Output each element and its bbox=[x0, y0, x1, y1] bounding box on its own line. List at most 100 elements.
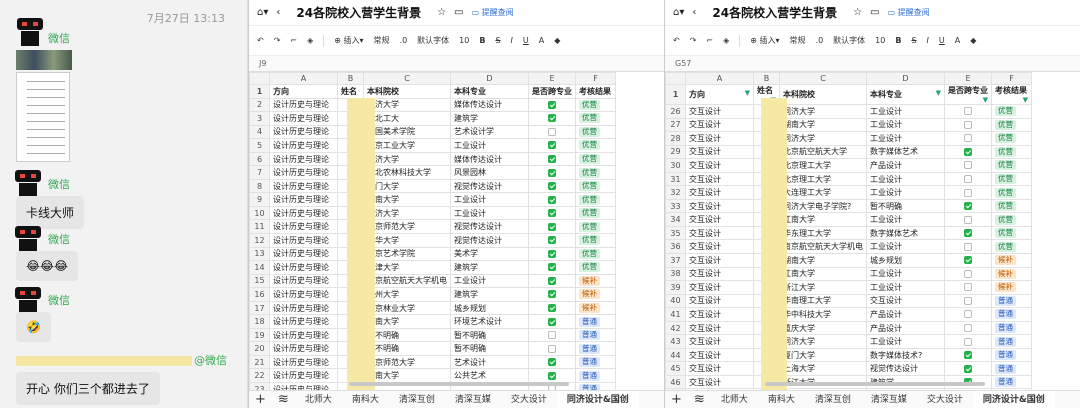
format-painter-icon[interactable]: ⌐ bbox=[706, 36, 713, 45]
cell-result[interactable]: 优营 bbox=[575, 151, 616, 167]
cell-major[interactable]: 工业设计 bbox=[450, 138, 529, 153]
cell-direction[interactable]: 设计历史与理论 bbox=[269, 273, 338, 289]
column-header[interactable]: E bbox=[944, 72, 992, 85]
cell-direction[interactable]: 设计历史与理论 bbox=[269, 287, 338, 302]
add-sheet-button[interactable]: + bbox=[665, 392, 688, 407]
folder-icon[interactable]: ▭ bbox=[870, 7, 879, 18]
sheet-tab[interactable]: 南科大 bbox=[342, 391, 389, 408]
cell-school[interactable]: 湖南大学 bbox=[363, 192, 451, 207]
cell-result[interactable]: 优营 bbox=[991, 117, 1032, 133]
cell-result[interactable]: 候补 bbox=[575, 300, 616, 316]
checkbox[interactable] bbox=[548, 304, 556, 313]
cell-cross-major[interactable] bbox=[944, 239, 992, 254]
cell-major[interactable]: 交互设计 bbox=[866, 293, 945, 309]
checkbox[interactable] bbox=[964, 256, 972, 265]
checkbox[interactable] bbox=[548, 249, 556, 258]
header-cell-result[interactable]: 考核结果 bbox=[575, 84, 616, 99]
cell-direction[interactable]: 交互设计 bbox=[685, 104, 754, 119]
cell-direction[interactable]: 设计历史与理论 bbox=[269, 205, 338, 221]
avatar[interactable] bbox=[16, 18, 44, 46]
cell-school[interactable]: 重庆大学 bbox=[779, 320, 867, 336]
cell-cross-major[interactable] bbox=[944, 253, 992, 268]
sheet-tab[interactable]: 交大设计 bbox=[501, 391, 557, 408]
sheet-tab[interactable]: 北师大 bbox=[711, 391, 758, 408]
redo-icon[interactable]: ↷ bbox=[274, 36, 281, 45]
fill-color-icon[interactable]: ◆ bbox=[554, 36, 560, 45]
feedback-link[interactable]: ▭ 提醒查阅 bbox=[472, 7, 514, 18]
row-number[interactable]: 46 bbox=[665, 374, 686, 390]
row-number[interactable]: 39 bbox=[665, 280, 686, 295]
cell-result[interactable]: 普通 bbox=[575, 327, 616, 343]
horizontal-scrollbar[interactable] bbox=[349, 382, 569, 386]
column-header[interactable]: B bbox=[753, 72, 780, 85]
cell-major[interactable]: 视觉传达设计 bbox=[866, 361, 945, 376]
cell-school[interactable]: 暂不明确 bbox=[363, 341, 451, 356]
column-header[interactable]: B bbox=[337, 72, 364, 85]
cell-cross-major[interactable] bbox=[528, 124, 576, 140]
row-number[interactable]: 4 bbox=[249, 124, 270, 140]
checkbox[interactable] bbox=[548, 141, 556, 150]
decimal-button[interactable]: .0 bbox=[400, 36, 408, 45]
cell-school[interactable]: 浙江大学 bbox=[779, 280, 867, 295]
row-number[interactable]: 29 bbox=[665, 144, 686, 160]
row-number[interactable]: 3 bbox=[249, 111, 270, 126]
cell-cross-major[interactable] bbox=[528, 314, 576, 329]
column-header[interactable]: C bbox=[779, 72, 867, 85]
filter-icon[interactable]: ▼ bbox=[983, 96, 988, 104]
cell-result[interactable]: 优营 bbox=[575, 124, 616, 140]
cell-direction[interactable]: 设计历史与理论 bbox=[269, 246, 338, 262]
cell-major[interactable]: 暂不明确 bbox=[866, 198, 945, 214]
row-number[interactable]: 40 bbox=[665, 293, 686, 309]
cell-cross-major[interactable] bbox=[528, 368, 576, 384]
sheet-tab[interactable]: 清深互媒 bbox=[861, 391, 917, 408]
cell-result[interactable]: 普通 bbox=[575, 368, 616, 384]
font-color-icon[interactable]: A bbox=[955, 36, 960, 45]
row-number[interactable]: 45 bbox=[665, 361, 686, 376]
cell-cross-major[interactable] bbox=[944, 104, 992, 119]
cell-school[interactable]: 天津大学 bbox=[363, 260, 451, 275]
number-format-select[interactable]: 常规 bbox=[790, 35, 806, 46]
cell-cross-major[interactable] bbox=[944, 307, 992, 322]
checkbox[interactable] bbox=[548, 168, 556, 177]
header-cell-major[interactable]: 本科专业 ▼ bbox=[866, 84, 945, 105]
font-size-select[interactable]: 10 bbox=[875, 36, 885, 45]
row-number[interactable]: 20 bbox=[249, 341, 270, 356]
cell-school[interactable]: 大连理工大学 bbox=[779, 185, 867, 200]
row-number[interactable]: 12 bbox=[249, 233, 270, 248]
cell-major[interactable]: 数字媒体技术? bbox=[866, 347, 945, 363]
row-number[interactable]: 36 bbox=[665, 239, 686, 254]
row-number[interactable]: 9 bbox=[249, 192, 270, 207]
checkbox[interactable] bbox=[964, 351, 972, 360]
checkbox[interactable] bbox=[548, 100, 556, 109]
sheet-tab[interactable]: 同济设计&国创 bbox=[556, 390, 639, 408]
cell-major[interactable]: 公共艺术 bbox=[450, 368, 529, 384]
cell-school[interactable]: 北京工业大学 bbox=[363, 138, 451, 153]
cell-school[interactable]: 同济大学 bbox=[363, 97, 451, 113]
row-number[interactable]: 15 bbox=[249, 273, 270, 289]
checkbox[interactable] bbox=[964, 242, 972, 251]
cell-direction[interactable]: 设计历史与理论 bbox=[269, 341, 338, 356]
message-bubble[interactable]: 开心 你们三个都进去了 bbox=[16, 372, 160, 405]
cell-school[interactable]: 南京艺术学院 bbox=[363, 246, 451, 262]
cell-major[interactable]: 产品设计 bbox=[866, 158, 945, 173]
cell-school[interactable]: 华中科技大学 bbox=[779, 307, 867, 322]
cell-direction[interactable]: 设计历史与理论 bbox=[269, 165, 338, 180]
cell-result[interactable]: 优营 bbox=[991, 104, 1032, 119]
checkbox[interactable] bbox=[964, 269, 972, 278]
cell-school[interactable]: 江南大学 bbox=[363, 314, 451, 329]
cell-cross-major[interactable] bbox=[528, 138, 576, 153]
cell-reference[interactable]: G57 bbox=[665, 56, 1080, 72]
cell-direction[interactable]: 交互设计 bbox=[685, 320, 754, 336]
decimal-button[interactable]: .0 bbox=[816, 36, 824, 45]
cell-school[interactable]: 江南大学 bbox=[779, 212, 867, 227]
message-bubble[interactable]: 🤣 bbox=[16, 312, 51, 342]
column-header[interactable]: D bbox=[866, 72, 945, 85]
column-header[interactable] bbox=[249, 72, 270, 85]
avatar[interactable] bbox=[14, 287, 42, 315]
cell-cross-major[interactable] bbox=[944, 198, 992, 214]
cell-result[interactable]: 优营 bbox=[575, 138, 616, 153]
row-number[interactable]: 28 bbox=[665, 131, 686, 146]
feedback-link[interactable]: ▭ 提醒查阅 bbox=[888, 7, 930, 18]
cell-school[interactable]: 北京理工大学 bbox=[779, 171, 867, 187]
checkbox[interactable] bbox=[964, 310, 972, 319]
